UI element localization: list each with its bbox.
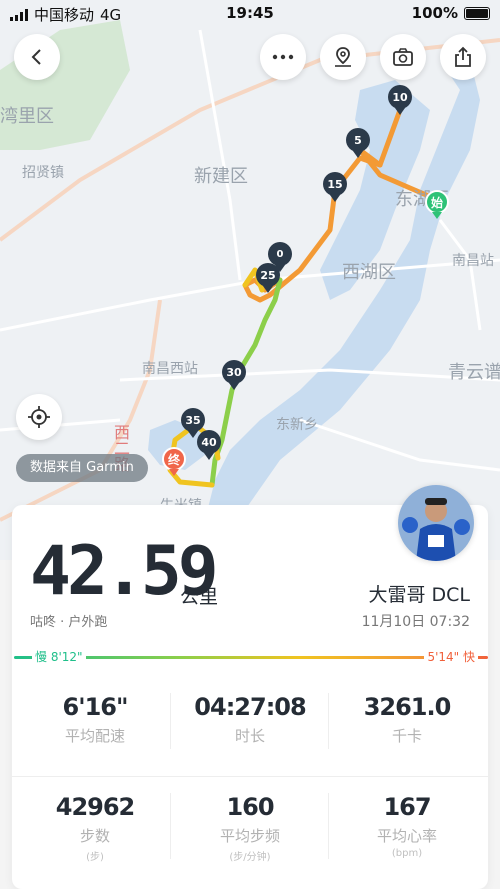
pace-slow-label: 慢 8'12" [32, 648, 86, 665]
user-name[interactable]: 大雷哥 DCL [368, 580, 470, 607]
start-marker[interactable]: 始 [425, 190, 449, 222]
stat-cadence: 160 平均步频 (步/分钟) [219, 793, 280, 863]
stat-heart-rate: 167 平均心率 (bpm) [376, 793, 437, 859]
stat-calories: 3261.0 千卡 [363, 693, 452, 745]
share-icon [455, 46, 471, 67]
map-style-button[interactable] [320, 34, 366, 80]
map-label-wanli: 湾里区 [0, 106, 54, 127]
locate-button[interactable] [16, 394, 62, 440]
divider [12, 776, 488, 777]
map-label-nanchang-station: 南昌站 [452, 253, 494, 269]
divider [170, 793, 171, 859]
battery-percent: 100% [411, 4, 458, 22]
share-button[interactable] [440, 34, 486, 80]
back-button[interactable] [14, 34, 60, 80]
camera-icon [393, 48, 413, 66]
more-dots-icon [272, 54, 294, 60]
status-bar: 中国移动 4G 19:45 100% [0, 0, 500, 26]
km-marker-10[interactable]: 10 [388, 85, 412, 115]
map-label-zhaoxian: 招贤镇 [22, 165, 64, 181]
map-label-xinjian: 新建区 [194, 166, 248, 187]
data-source-badge: 数据来自 Garmin [16, 454, 148, 482]
pace-fast-label: 5'14" 快 [424, 648, 478, 665]
map-label-qingyunpu: 青云谱 [448, 362, 500, 383]
stat-duration: 04:27:08 时长 [194, 693, 306, 745]
camera-button[interactable] [380, 34, 426, 80]
km-marker-40[interactable]: 40 [197, 430, 221, 460]
crosshair-icon [28, 406, 50, 428]
divider [328, 693, 329, 749]
km-marker-5[interactable]: 5 [346, 128, 370, 158]
divider [328, 793, 329, 859]
more-button[interactable] [260, 34, 306, 80]
green-area [0, 20, 130, 150]
stat-steps: 42962 步数 (步) [55, 793, 136, 863]
location-pin-icon [335, 47, 351, 67]
map-label-xihu: 西湖区 [342, 262, 396, 283]
activity-date: 11月10日 07:32 [361, 614, 470, 630]
km-marker-25[interactable]: 25 [256, 263, 280, 293]
runner-photo [398, 485, 474, 561]
distance-unit: 公里 [180, 586, 219, 608]
divider [170, 693, 171, 749]
map-label-dongxin: 东新乡 [276, 417, 318, 433]
km-marker-30[interactable]: 30 [222, 360, 246, 390]
map-label-nanchang-west: 南昌西站 [142, 361, 198, 377]
stat-avg-pace: 6'16" 平均配速 [62, 693, 129, 745]
end-marker[interactable]: 终 [162, 447, 186, 479]
km-marker-15[interactable]: 15 [323, 172, 347, 202]
chevron-left-icon [31, 49, 41, 65]
activity-type: 咕咚 · 户外跑 [30, 615, 108, 630]
avatar[interactable] [398, 485, 474, 561]
battery-icon [464, 6, 490, 20]
